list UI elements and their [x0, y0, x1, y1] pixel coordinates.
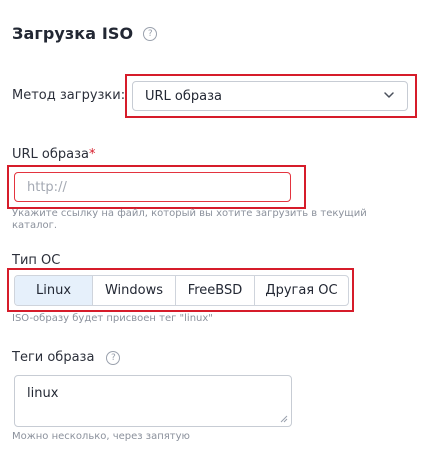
resize-handle-icon[interactable] — [280, 415, 288, 423]
tags-value: linux — [27, 386, 59, 401]
os-type-segmented: Linux Windows FreeBSD Другая ОС — [14, 275, 349, 306]
tags-label-row: Теги образа ? — [12, 350, 121, 365]
page-title: Загрузка ISO — [12, 24, 134, 43]
method-label: Метод загрузки: — [12, 88, 126, 103]
url-label-text: URL образа — [12, 147, 89, 162]
os-option-other[interactable]: Другая ОС — [255, 276, 348, 305]
chevron-down-icon — [384, 92, 394, 98]
required-mark: * — [89, 147, 96, 162]
tags-label: Теги образа — [12, 350, 95, 365]
method-select[interactable]: URL образа — [132, 81, 408, 111]
url-hint: Укажите ссылку на файл, который вы хотит… — [12, 208, 367, 231]
url-label: URL образа* — [12, 147, 96, 162]
method-select-value: URL образа — [145, 88, 222, 104]
page-header: Загрузка ISO ? — [12, 24, 158, 43]
os-option-windows[interactable]: Windows — [93, 276, 176, 305]
os-option-linux[interactable]: Linux — [15, 276, 93, 305]
question-circle-icon[interactable]: ? — [143, 26, 158, 41]
os-option-freebsd[interactable]: FreeBSD — [176, 276, 255, 305]
url-input[interactable] — [14, 172, 291, 202]
question-circle-icon[interactable]: ? — [106, 350, 121, 365]
tags-textarea[interactable]: linux — [14, 375, 292, 427]
tags-hint: Можно несколько, через запятую — [12, 431, 190, 442]
os-type-label: Тип ОС — [12, 253, 61, 268]
os-type-hint: ISO-образу будет присвоен тег "linux" — [12, 313, 213, 324]
